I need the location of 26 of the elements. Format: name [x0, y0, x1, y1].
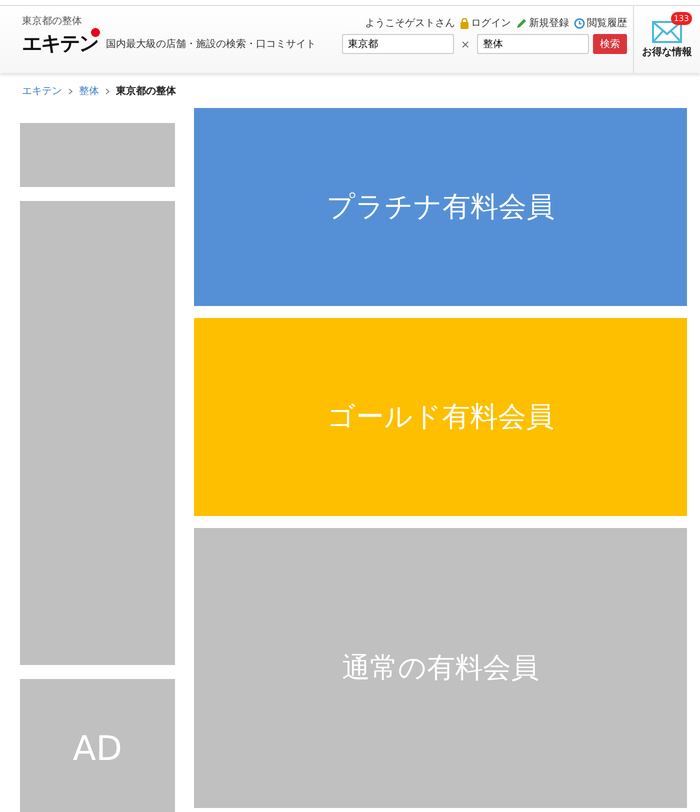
chevron-icon: [68, 88, 73, 94]
area-label: 東京都の整体: [22, 16, 83, 28]
header-link[interactable]: 閲覧履歴: [574, 16, 627, 30]
header-link[interactable]: ログイン: [460, 16, 511, 30]
breadcrumb-item: 東京都の整体: [116, 84, 176, 98]
chevron-icon: [105, 88, 110, 94]
site-logo[interactable]: エキテン: [22, 30, 98, 57]
deals-button[interactable]: 133 お得な情報: [633, 6, 700, 73]
ad-label: AD: [72, 729, 122, 769]
area-field[interactable]: 東京都: [342, 34, 454, 54]
header-link[interactable]: 新規登録: [516, 16, 569, 30]
keyword-field[interactable]: 整体: [477, 34, 589, 54]
envelope-icon: [652, 20, 682, 42]
breadcrumb-item[interactable]: 整体: [79, 84, 99, 98]
count-badge: 133: [670, 12, 692, 24]
separator: ×: [460, 38, 470, 50]
tagline: 国内最大級の店舗・施設の検索・口コミサイト: [106, 38, 316, 50]
search-button[interactable]: 検索: [593, 34, 627, 54]
breadcrumb-item[interactable]: エキテン: [22, 84, 62, 98]
pencil-icon: [516, 18, 527, 28]
welcome-text: ようこそゲストさん: [365, 17, 455, 30]
tier-label: ゴールド有料会員: [327, 399, 554, 435]
tier-label: プラチナ有料会員: [326, 189, 554, 225]
tier-label: 通常の有料会員: [342, 650, 539, 686]
clock-icon: [574, 18, 585, 28]
lock-icon: [460, 18, 469, 28]
